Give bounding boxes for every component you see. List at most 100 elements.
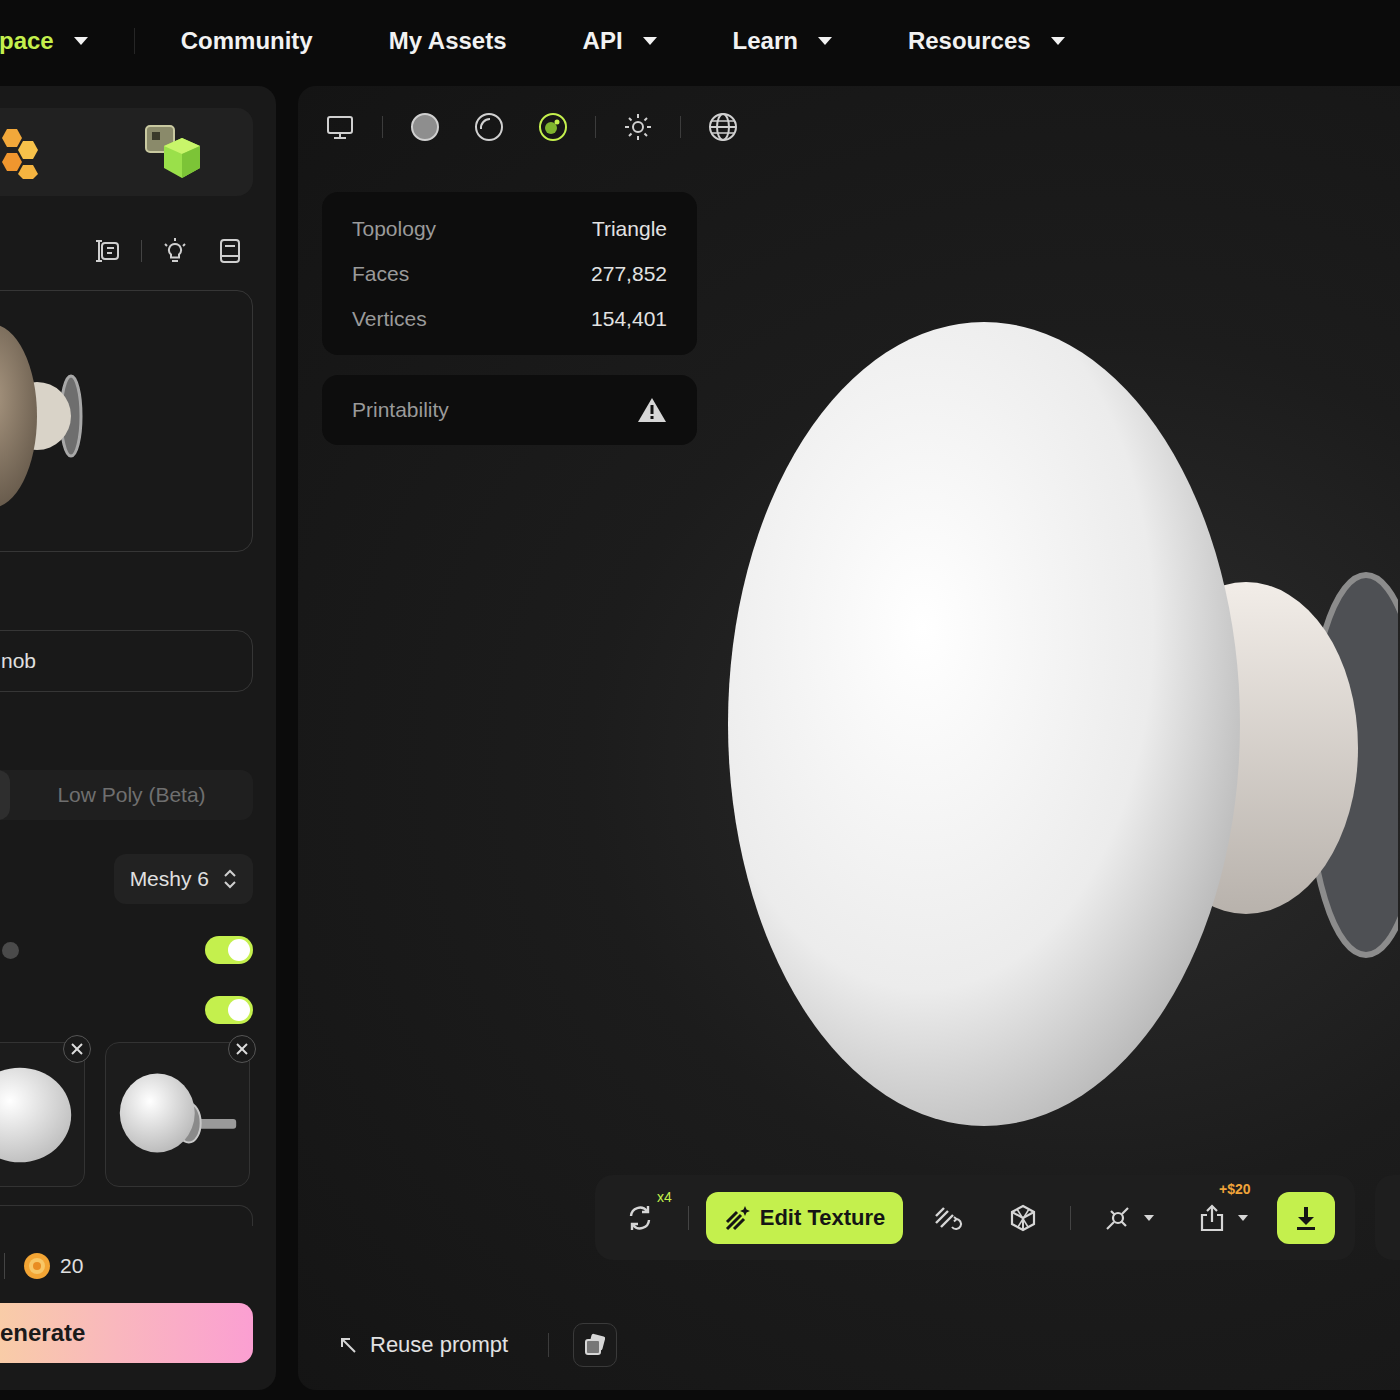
share-menu-button[interactable]: +$20 xyxy=(1197,1203,1249,1233)
mode-option[interactable] xyxy=(144,124,206,180)
view-toolbar xyxy=(324,110,1400,144)
cube-icon[interactable] xyxy=(144,124,206,180)
regenerate-count-badge: x4 xyxy=(657,1189,672,1205)
toggle-knob xyxy=(228,999,250,1021)
settings-image-button[interactable] xyxy=(573,1323,617,1367)
reuse-prompt-button[interactable]: Reuse prompt xyxy=(338,1332,508,1358)
printability-card[interactable]: Printability xyxy=(322,375,697,445)
caret-icon[interactable] xyxy=(818,37,832,46)
stat-value: Triangle xyxy=(592,217,667,241)
warning-icon[interactable] xyxy=(637,396,667,424)
image-layers-icon[interactable] xyxy=(582,1332,608,1358)
toolbar-separator xyxy=(680,116,681,138)
shading-mode-icon[interactable] xyxy=(537,111,569,143)
mode-tab[interactable]: Low Poly (Beta) xyxy=(10,770,253,820)
caret-icon[interactable] xyxy=(74,37,88,46)
nav-item[interactable]: Community xyxy=(181,27,313,55)
shading-mode-icon[interactable] xyxy=(409,111,441,143)
nav-label[interactable]: Community xyxy=(181,27,313,55)
magic-wand-icon[interactable] xyxy=(724,1204,752,1232)
caret-icon[interactable] xyxy=(1143,1214,1155,1222)
nav-label[interactable]: API xyxy=(583,27,623,55)
image-preview[interactable] xyxy=(0,290,253,552)
credits-separator xyxy=(4,1253,5,1279)
remove-button[interactable] xyxy=(228,1035,256,1063)
up-down-chevron-icon[interactable] xyxy=(223,868,237,890)
monitor-icon[interactable] xyxy=(324,111,356,143)
refresh-icon[interactable] xyxy=(625,1203,655,1233)
share-price-badge: +$20 xyxy=(1219,1181,1251,1197)
nav-item[interactable]: pace xyxy=(0,27,88,55)
close-icon[interactable] xyxy=(236,1043,248,1055)
prompt-field[interactable]: nob xyxy=(0,630,253,692)
hexagon-cluster-icon[interactable] xyxy=(0,125,45,179)
viewport[interactable]: TopologyTriangleFaces277,852Vertices154,… xyxy=(298,86,1400,1390)
edit-texture-button[interactable]: Edit Texture xyxy=(706,1192,903,1244)
lightbulb-icon[interactable] xyxy=(162,238,188,264)
app: pace Community My Assets API Learn Resources n… xyxy=(0,0,1400,1400)
nav-label[interactable]: pace xyxy=(0,27,54,55)
shading-modes xyxy=(409,111,569,143)
credits-count: 20 xyxy=(60,1254,83,1278)
shading-mode-icon[interactable] xyxy=(473,111,505,143)
caret-icon[interactable] xyxy=(1051,37,1065,46)
mesh-icon[interactable] xyxy=(1008,1203,1038,1233)
stat-value: 277,852 xyxy=(591,262,667,286)
model-select[interactable]: Meshy 6 xyxy=(114,854,253,904)
share-icon[interactable] xyxy=(1197,1203,1227,1233)
text-frame-icon[interactable] xyxy=(95,238,121,264)
nav-item[interactable]: Learn xyxy=(733,27,832,55)
top-nav: pace Community My Assets API Learn Resources xyxy=(0,0,1400,82)
book-icon[interactable] xyxy=(217,238,243,264)
mesh-stats: TopologyTriangleFaces277,852Vertices154,… xyxy=(322,192,697,355)
arrow-up-left-icon[interactable] xyxy=(338,1335,358,1355)
globe-icon[interactable] xyxy=(707,111,739,143)
remove-button[interactable] xyxy=(63,1035,91,1063)
knob-picture xyxy=(106,1043,249,1186)
download-button[interactable] xyxy=(1277,1192,1335,1244)
info-icon[interactable] xyxy=(2,942,19,959)
download-icon[interactable] xyxy=(1294,1205,1318,1231)
stat-label: Faces xyxy=(352,262,409,286)
caret-icon[interactable] xyxy=(643,37,657,46)
nav-label[interactable]: Learn xyxy=(733,27,798,55)
model-select-value[interactable]: Meshy 6 xyxy=(130,867,209,891)
mode-tab[interactable] xyxy=(0,770,10,820)
toolbar-separator xyxy=(141,240,142,262)
prompt-text[interactable]: nob xyxy=(1,649,36,673)
reference-image[interactable] xyxy=(105,1042,250,1187)
mode-card xyxy=(0,108,253,196)
nav-item[interactable]: API xyxy=(583,27,657,55)
close-icon[interactable] xyxy=(71,1043,83,1055)
edit-texture-label[interactable]: Edit Texture xyxy=(760,1205,886,1231)
nav-item[interactable]: Resources xyxy=(908,27,1065,55)
sun-icon[interactable] xyxy=(622,111,654,143)
toolbar-separator xyxy=(595,116,596,138)
caret-icon[interactable] xyxy=(1237,1214,1249,1222)
nav-item[interactable]: My Assets xyxy=(389,27,507,55)
model-render[interactable] xyxy=(698,300,1398,1150)
settings-box xyxy=(0,1205,253,1226)
nav-label[interactable]: My Assets xyxy=(389,27,507,55)
mode-option[interactable] xyxy=(0,125,45,179)
generate-button[interactable]: enerate xyxy=(0,1303,253,1363)
reuse-prompt-label[interactable]: Reuse prompt xyxy=(370,1332,508,1358)
reference-images xyxy=(0,1042,253,1187)
regenerate-button[interactable]: x4 xyxy=(625,1203,655,1233)
rig-menu-button[interactable] xyxy=(1103,1203,1155,1233)
stat-value: 154,401 xyxy=(591,307,667,331)
model-row: Meshy 6 xyxy=(0,854,253,904)
toolbar-separator xyxy=(688,1206,689,1230)
nav-label[interactable]: Resources xyxy=(908,27,1031,55)
nav-separator xyxy=(134,28,135,54)
toggle-switch[interactable] xyxy=(205,936,253,964)
model-toolbar: x4 Edit Texture +$20 xyxy=(595,1175,1355,1260)
workspace: nobLow Poly (Beta)Meshy 620enerateTopolo… xyxy=(0,82,1400,1400)
toggle-switch[interactable] xyxy=(205,996,253,1024)
preview-picture xyxy=(0,291,101,551)
retexture-icon[interactable] xyxy=(933,1203,963,1233)
reference-image[interactable] xyxy=(0,1042,85,1187)
rig-icon[interactable] xyxy=(1103,1203,1133,1233)
egg-picture xyxy=(0,1043,84,1186)
toggle-knob xyxy=(228,939,250,961)
